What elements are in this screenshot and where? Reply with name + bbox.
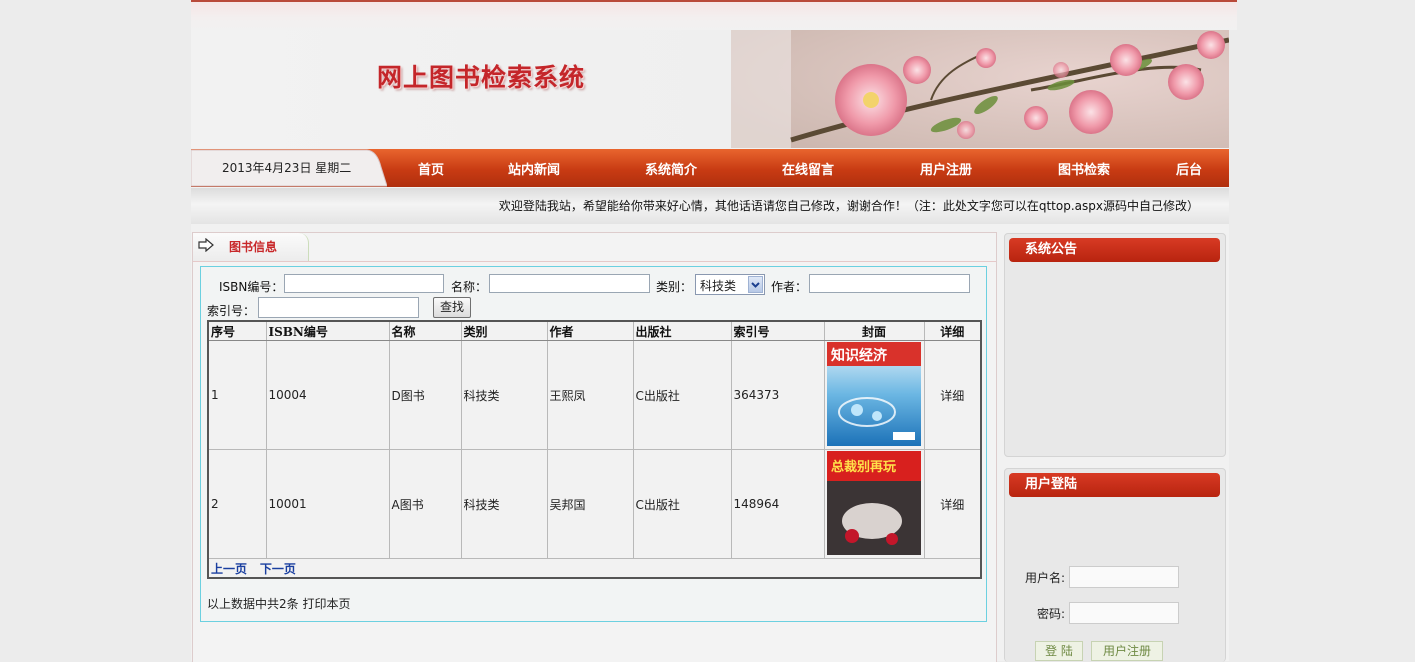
panel-title: 图书信息 — [229, 240, 278, 254]
panel-header: 图书信息 — [193, 233, 996, 262]
name-label: 名称： — [451, 280, 488, 294]
notice-box: 系统公告 — [1004, 233, 1226, 457]
category-label: 类别： — [656, 280, 693, 294]
site-title: 网上图书检索系统 — [377, 63, 586, 92]
index-input[interactable] — [258, 297, 419, 318]
cell-author: 吴邦国 — [546, 449, 634, 559]
cell-index: 148964 — [730, 449, 825, 559]
cell-index: 364373 — [730, 340, 825, 450]
page: 网上图书检索系统 2013年4月23日 星期二 首页 站内新闻 系统简介 在线留… — [191, 0, 1237, 662]
pager-row: 上一页 下一页 — [207, 558, 982, 579]
welcome-ticker: 欢迎登陆我站，希望能给你带来好心情，其他话语请您自己修改，谢谢合作！（注：此处文… — [498, 199, 1199, 213]
cell-publisher: C出版社 — [632, 340, 732, 450]
search-form: ISBN编号： 名称： 类别： 科技类 作者： 索引号： 查找 序号 ISBN编… — [200, 266, 987, 622]
nav-register[interactable]: 用户注册 — [920, 159, 972, 178]
cell-name: A图书 — [388, 449, 462, 559]
table-header-row: 序号 ISBN编号 名称 类别 作者 出版社 索引号 封面 详细 — [207, 320, 982, 341]
name-input[interactable] — [489, 274, 650, 293]
search-button[interactable]: 查找 — [433, 297, 471, 318]
author-input[interactable] — [809, 274, 970, 293]
svg-text:知识经济: 知识经济 — [831, 347, 888, 364]
book-info-panel: 图书信息 ISBN编号： 名称： 类别： 科技类 作者： 索引号： 查找 序号 … — [192, 232, 997, 662]
col-header: 名称 — [388, 320, 462, 341]
username-label: 用户名: — [1025, 571, 1066, 585]
cell-category: 科技类 — [460, 449, 548, 559]
table-row: 2 10001 A图书 科技类 吴邦国 C出版社 148964 总裁别再玩 详细 — [207, 449, 982, 559]
cell-detail-link[interactable]: 详细 — [923, 449, 982, 559]
cell-isbn: 10001 — [265, 449, 390, 559]
cell-author: 王熙凤 — [546, 340, 634, 450]
password-label: 密码: — [1037, 607, 1066, 621]
ticker-bar: 欢迎登陆我站，希望能给你带来好心情，其他话语请您自己修改，谢谢合作！（注：此处文… — [191, 188, 1229, 224]
cell-cover: 知识经济 — [823, 340, 925, 450]
chevron-down-icon[interactable] — [748, 276, 763, 293]
cell-cover: 总裁别再玩 — [823, 449, 925, 559]
nav-bar: 2013年4月23日 星期二 首页 站内新闻 系统简介 在线留言 用户注册 图书… — [191, 149, 1229, 187]
next-page-link[interactable]: 下一页 — [260, 562, 296, 576]
nav-home[interactable]: 首页 — [418, 159, 444, 178]
cell-isbn: 10004 — [265, 340, 390, 450]
nav-message[interactable]: 在线留言 — [782, 159, 834, 178]
category-select[interactable]: 科技类 — [695, 274, 765, 295]
cell-name: D图书 — [388, 340, 462, 450]
col-header: 序号 — [207, 320, 267, 341]
col-header: 作者 — [546, 320, 634, 341]
username-input[interactable] — [1069, 566, 1179, 588]
login-box: 用户登陆 用户名: 密码: 登 陆 用户注册 — [1004, 468, 1226, 662]
col-header: 详细 — [923, 320, 982, 341]
cell-category: 科技类 — [460, 340, 548, 450]
col-header: 类别 — [460, 320, 548, 341]
category-select-value: 科技类 — [700, 279, 737, 293]
nav-about[interactable]: 系统简介 — [645, 159, 697, 178]
results-table: 序号 ISBN编号 名称 类别 作者 出版社 索引号 封面 详细 1 10004… — [207, 320, 982, 579]
panel-tab: 图书信息 — [193, 233, 309, 261]
summary-text: 以上数据中共2条 打印本页 — [207, 597, 351, 611]
nav-book-search[interactable]: 图书检索 — [1058, 159, 1110, 178]
col-header: 封面 — [823, 320, 925, 341]
password-input[interactable] — [1069, 602, 1179, 624]
cell-no: 1 — [207, 340, 267, 450]
current-date: 2013年4月23日 星期二 — [222, 161, 352, 175]
notice-title: 系统公告 — [1009, 238, 1220, 262]
col-header: 出版社 — [632, 320, 732, 341]
col-header: ISBN编号 — [265, 320, 390, 341]
index-label: 索引号： — [207, 304, 256, 318]
login-title: 用户登陆 — [1009, 473, 1220, 497]
isbn-label: ISBN编号： — [219, 280, 284, 294]
nav-news[interactable]: 站内新闻 — [508, 159, 560, 178]
nav-admin[interactable]: 后台 — [1176, 159, 1202, 178]
isbn-input[interactable] — [284, 274, 444, 293]
book-cover-image[interactable]: 总裁别再玩 — [827, 450, 921, 555]
register-button[interactable]: 用户注册 — [1091, 641, 1163, 661]
banner: 网上图书检索系统 — [191, 30, 1229, 148]
login-button[interactable]: 登 陆 — [1035, 641, 1083, 661]
table-row: 1 10004 D图书 科技类 王熙凤 C出版社 364373 知识经济 详细 — [207, 340, 982, 450]
prev-page-link[interactable]: 上一页 — [211, 562, 247, 576]
svg-text:总裁别再玩: 总裁别再玩 — [831, 459, 896, 475]
col-header: 索引号 — [730, 320, 825, 341]
top-strip — [191, 0, 1237, 30]
author-label: 作者： — [771, 280, 808, 294]
blossom-banner-image — [731, 30, 1229, 148]
cell-no: 2 — [207, 449, 267, 559]
book-cover-image[interactable]: 知识经济 — [827, 341, 921, 446]
cell-detail-link[interactable]: 详细 — [923, 340, 982, 450]
arrow-right-icon — [198, 238, 214, 252]
cell-publisher: C出版社 — [632, 449, 732, 559]
